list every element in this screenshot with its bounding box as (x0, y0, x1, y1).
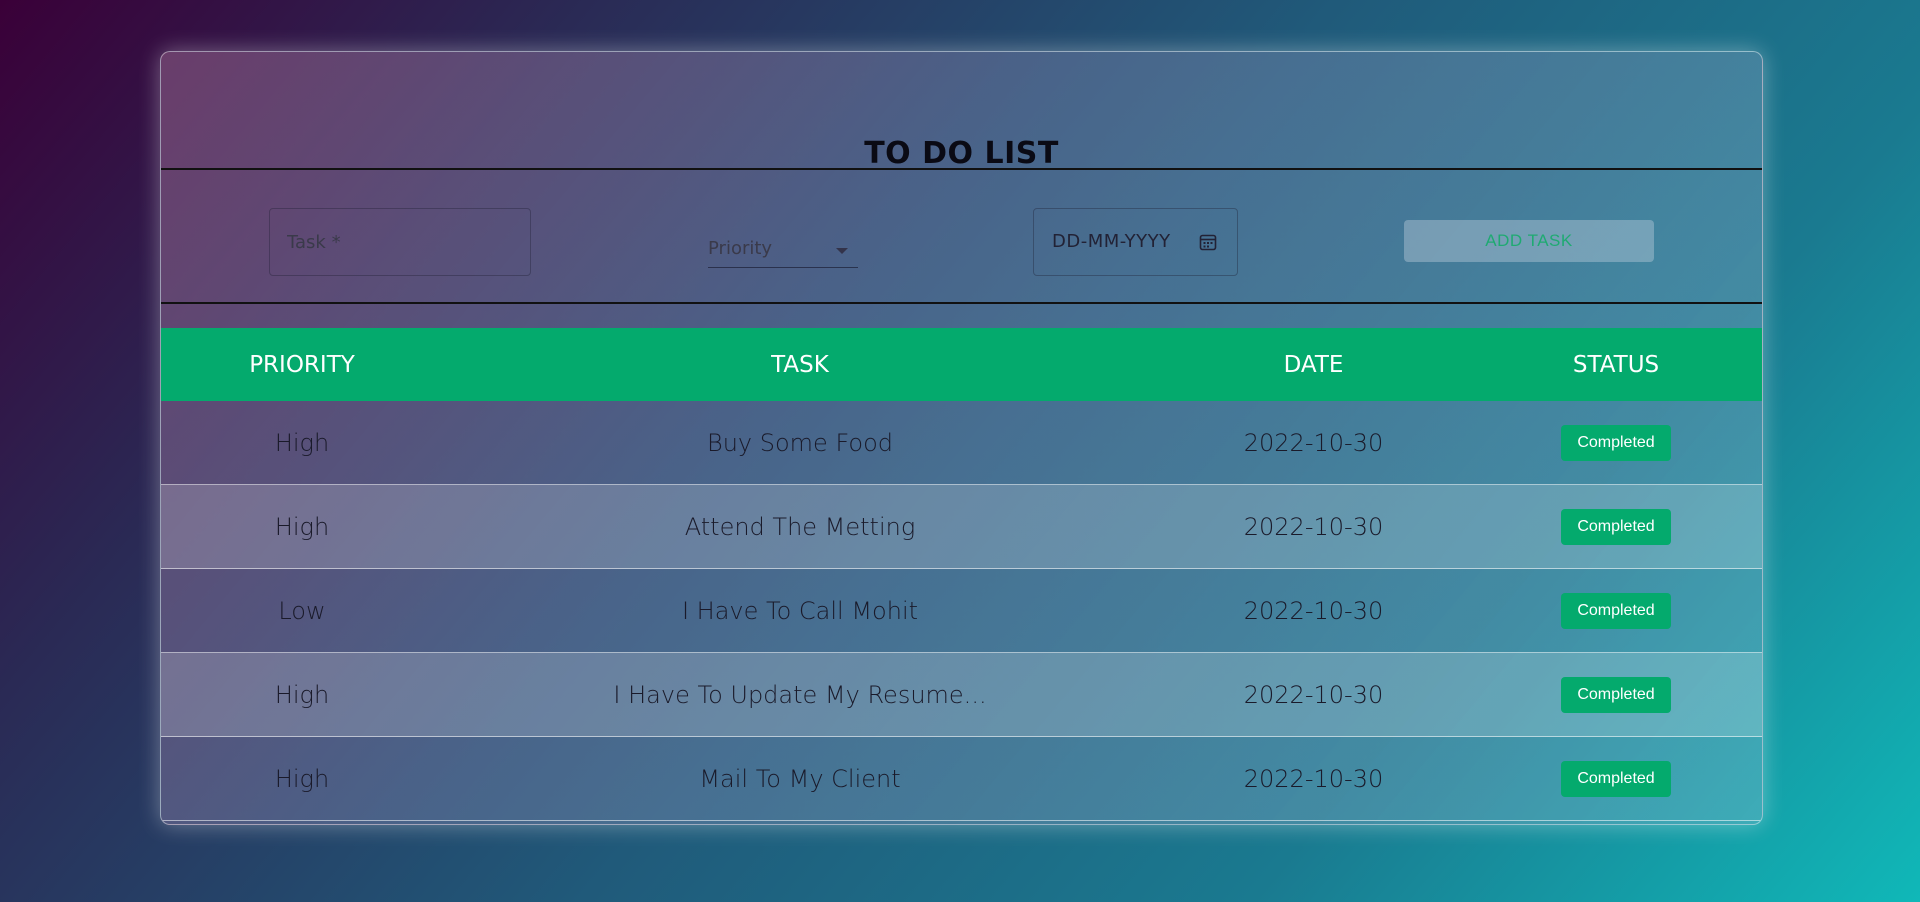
row-task: I Have To Update My Resume... (613, 680, 987, 709)
priority-select[interactable]: Priority (708, 232, 858, 268)
table-header: PRIORITY TASK DATE STATUS (161, 328, 1762, 401)
todo-card: TO DO LIST Priority DD-MM-YYYY ADD TASK … (160, 51, 1763, 825)
table-row: High Mail To My Client 2022-10-30 Comple… (161, 737, 1762, 821)
header-priority: PRIORITY (249, 351, 355, 378)
date-input[interactable]: DD-MM-YYYY (1033, 208, 1238, 276)
row-priority: High (274, 680, 330, 709)
table-row: Low I Have To Call Mohit 2022-10-30 Comp… (161, 569, 1762, 653)
status-badge[interactable]: Completed (1561, 508, 1671, 545)
row-date: 2022-10-30 (1243, 596, 1384, 625)
date-placeholder: DD-MM-YYYY (1052, 231, 1171, 252)
table-row: High I Have To Update My Resume... 2022-… (161, 653, 1762, 737)
divider-bottom (161, 302, 1762, 304)
header-date: DATE (1283, 351, 1344, 378)
priority-label: Priority (708, 238, 773, 259)
row-date: 2022-10-30 (1243, 680, 1384, 709)
status-badge[interactable]: Completed (1561, 592, 1671, 629)
divider-top (161, 168, 1762, 170)
row-priority: Low (278, 596, 326, 625)
row-status-cell: Completed (1470, 485, 1762, 568)
row-priority: High (274, 512, 330, 541)
status-badge[interactable]: Completed (1561, 760, 1671, 797)
row-task: Buy Some Food (707, 428, 893, 457)
table-row: High Attend The Metting 2022-10-30 Compl… (161, 485, 1762, 569)
header-task: TASK (771, 351, 829, 378)
row-status-cell: Completed (1470, 737, 1762, 820)
row-date: 2022-10-30 (1243, 512, 1384, 541)
status-badge[interactable]: Completed (1561, 676, 1671, 713)
row-status-cell: Completed (1470, 569, 1762, 652)
row-date: 2022-10-30 (1243, 764, 1384, 793)
chevron-down-icon (836, 248, 848, 254)
row-status-cell: Completed (1470, 401, 1762, 484)
row-status-cell: Completed (1470, 653, 1762, 736)
status-badge[interactable]: Completed (1561, 424, 1671, 461)
calendar-icon[interactable] (1199, 233, 1217, 251)
row-task: Attend The Metting (684, 512, 916, 541)
header-status: STATUS (1572, 351, 1660, 378)
row-date: 2022-10-30 (1243, 428, 1384, 457)
row-task: Mail To My Client (699, 764, 901, 793)
table-row: High Buy Some Food 2022-10-30 Completed (161, 401, 1762, 485)
task-input[interactable] (269, 208, 531, 276)
row-task: I Have To Call Mohit (681, 596, 919, 625)
row-priority: High (274, 428, 330, 457)
page-title: TO DO LIST (864, 136, 1059, 171)
add-task-button[interactable]: ADD TASK (1404, 220, 1654, 262)
row-priority: High (274, 764, 330, 793)
task-table: PRIORITY TASK DATE STATUS High Buy Some … (161, 328, 1762, 821)
